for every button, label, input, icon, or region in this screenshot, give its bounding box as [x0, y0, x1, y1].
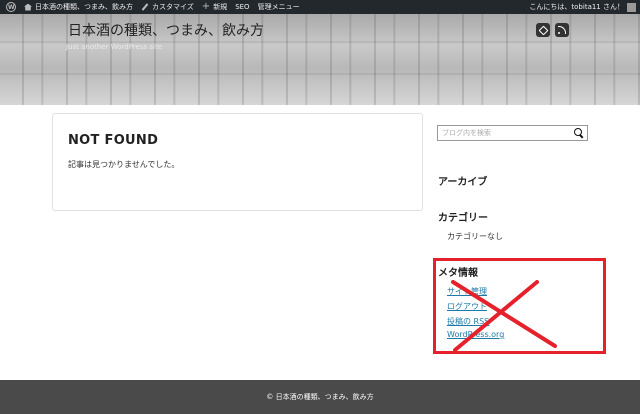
meta-link-logout[interactable]: ログアウト: [447, 301, 487, 312]
feedly-button[interactable]: [536, 23, 550, 37]
search-input[interactable]: [438, 126, 573, 140]
seo-label: SEO: [235, 3, 250, 11]
account-menu[interactable]: こんにちは、tobita11 さん！: [529, 0, 636, 14]
category-widget-title: カテゴリー: [438, 213, 488, 224]
customize-menu[interactable]: カスタマイズ: [137, 0, 198, 14]
meta-widget-title: メタ情報: [438, 268, 478, 279]
not-found-panel: NOT FOUND 記事は見つかりませんでした。: [52, 113, 423, 211]
home-icon: [24, 3, 32, 11]
site-header: 日本酒の種類、つまみ、飲み方 Just another WordPress si…: [0, 14, 640, 105]
rss-button[interactable]: [555, 23, 569, 37]
rss-icon: [558, 26, 566, 34]
meta-link-site-admin[interactable]: サイト管理: [447, 286, 487, 297]
site-description: Just another WordPress site: [66, 43, 163, 51]
copyright-text: © 日本酒の種類、つまみ、飲み方: [266, 393, 374, 401]
meta-link-wordpress-org[interactable]: WordPress.org: [447, 330, 504, 339]
plus-icon: +: [201, 1, 211, 12]
admin-bar: 日本酒の種類、つまみ、飲み方 カスタマイズ + 新規 SEO 管理メニュー こん…: [0, 0, 640, 15]
meta-link-posts-rss[interactable]: 投稿の RSS: [447, 316, 489, 327]
site-name-menu[interactable]: 日本酒の種類、つまみ、飲み方: [20, 0, 137, 14]
customize-label: カスタマイズ: [152, 3, 194, 11]
feedly-icon: [538, 25, 548, 35]
wordpress-icon: [6, 1, 16, 15]
greeting-label: こんにちは、tobita11 さん！: [529, 3, 624, 11]
new-content-menu[interactable]: + 新規: [198, 0, 231, 14]
manage-menu-label: 管理メニュー: [257, 3, 300, 11]
archive-widget-title: アーカイブ: [438, 177, 488, 188]
page-title: NOT FOUND: [68, 133, 159, 148]
avatar: [627, 2, 636, 12]
new-label: 新規: [213, 3, 228, 11]
not-found-message: 記事は見つかりませんでした。: [68, 160, 180, 169]
brush-icon: [141, 3, 149, 11]
site-name-label: 日本酒の種類、つまみ、飲み方: [35, 3, 133, 11]
manage-menu[interactable]: 管理メニュー: [254, 0, 304, 14]
wordpress-logo-button[interactable]: [0, 0, 20, 15]
seo-menu[interactable]: SEO: [231, 0, 253, 14]
site-footer: © 日本酒の種類、つまみ、飲み方: [0, 380, 640, 414]
search-form: [437, 125, 588, 141]
category-empty-text: カテゴリーなし: [447, 232, 503, 241]
site-title[interactable]: 日本酒の種類、つまみ、飲み方: [68, 20, 264, 40]
search-icon[interactable]: [574, 128, 584, 138]
